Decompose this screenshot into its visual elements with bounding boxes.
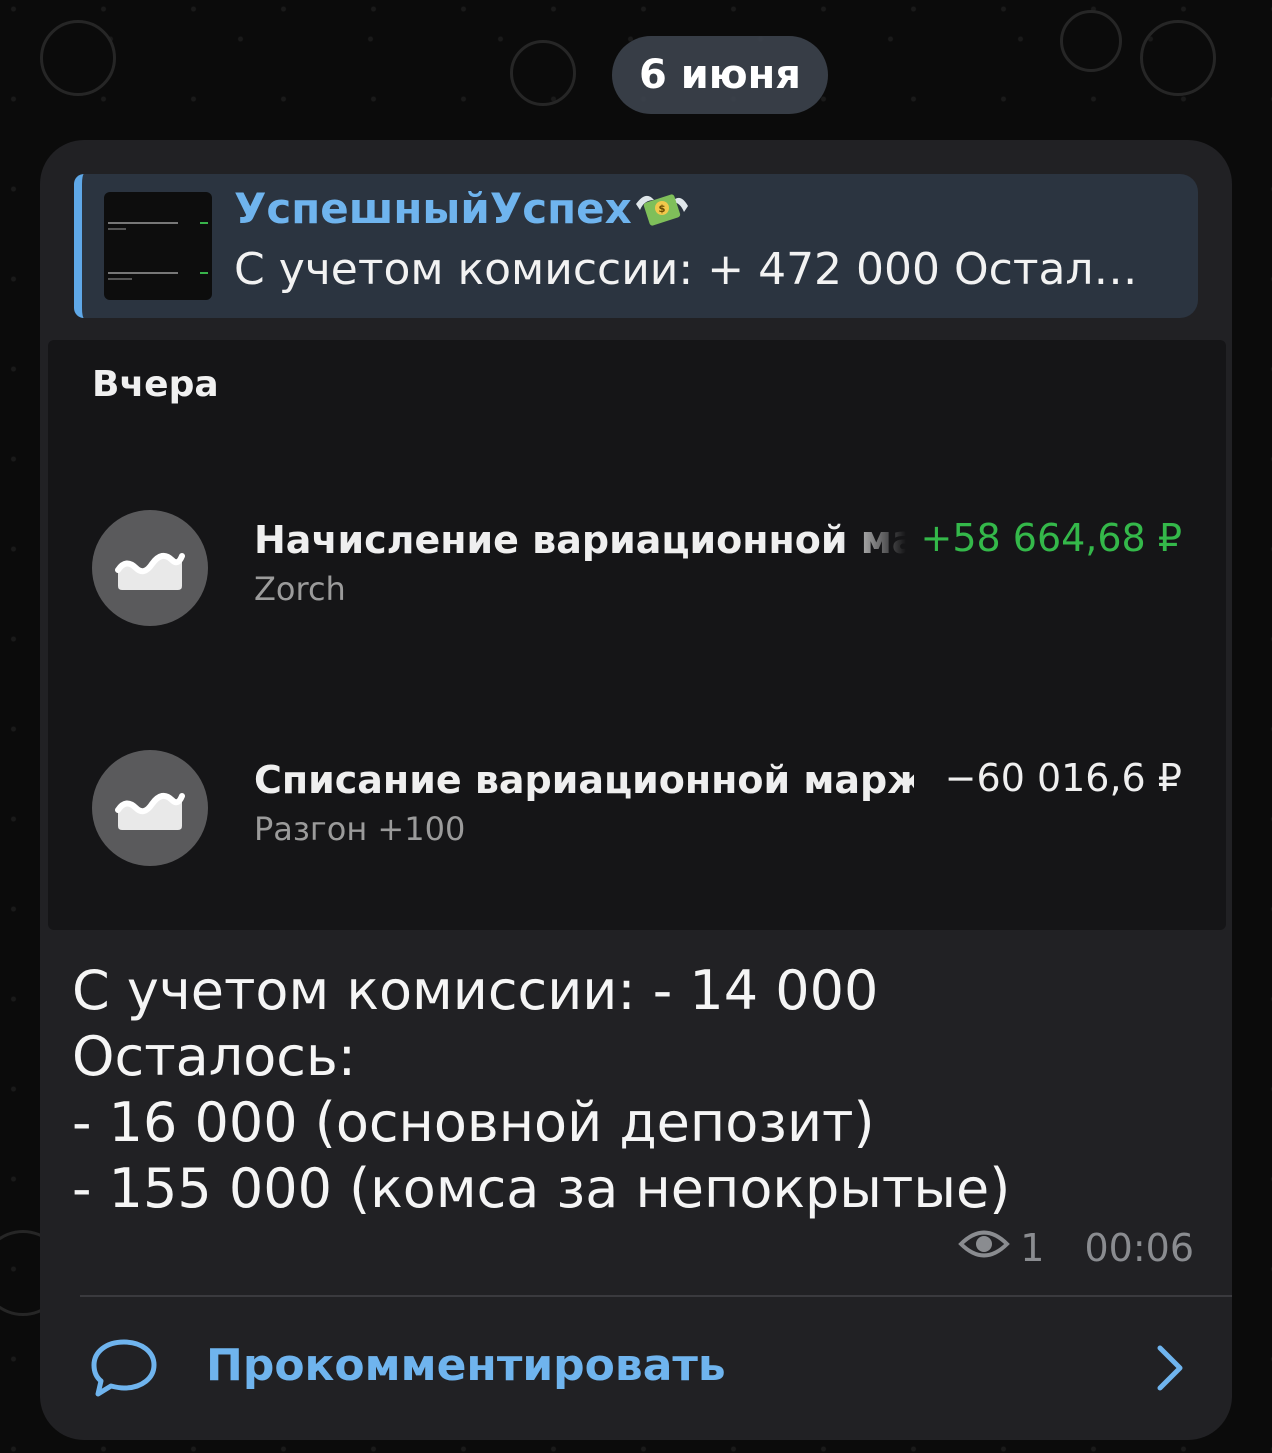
- eye-icon: [958, 1226, 1011, 1270]
- operation-row: Списание вариационной маржи Разгон +100 …: [48, 750, 1226, 870]
- reply-text: С учетом комиссии: + 472 000 Остал…: [234, 244, 1138, 295]
- doodle-pattern: [40, 20, 116, 96]
- doodle-pattern: [1060, 10, 1122, 72]
- trend-chart-icon: [92, 510, 208, 626]
- trend-chart-icon: [92, 750, 208, 866]
- caption-line: С учетом комиссии: - 14 000: [72, 959, 879, 1022]
- reply-author: УспешныйУспех $: [234, 184, 690, 233]
- caption-line: - 16 000 (основной депозит): [72, 1091, 875, 1154]
- message-caption: С учетом комиссии: - 14 000 Осталось: - …: [72, 958, 1192, 1222]
- operation-amount: +58 664,68 ₽: [920, 516, 1183, 560]
- comment-label: Прокомментировать: [206, 1340, 726, 1391]
- comment-bubble-icon: [90, 1336, 158, 1398]
- svg-text:$: $: [658, 204, 665, 215]
- operation-subtitle: Разгон +100: [254, 810, 466, 848]
- comment-button[interactable]: Прокомментировать: [40, 1298, 1232, 1438]
- message-bubble[interactable]: УспешныйУспех $ С учетом комиссии: + 472…: [40, 140, 1232, 1440]
- operation-title: Списание вариационной маржи: [254, 758, 914, 802]
- date-separator: 6 июня: [612, 36, 828, 114]
- message-time: 00:06: [1084, 1226, 1194, 1270]
- statement-day-label: Вчера: [92, 364, 219, 405]
- operation-subtitle: Zorch: [254, 570, 346, 608]
- caption-line: Осталось:: [72, 1025, 357, 1088]
- views-count: 1: [1020, 1226, 1045, 1270]
- reply-thumbnail: [104, 192, 212, 300]
- divider: [80, 1295, 1232, 1297]
- money-with-wings-icon: $: [634, 186, 690, 232]
- chevron-right-icon: [1152, 1344, 1188, 1392]
- operation-amount: −60 016,6 ₽: [944, 756, 1182, 800]
- operation-title: Начисление вариационной маржи: [254, 518, 906, 562]
- reply-preview[interactable]: УспешныйУспех $ С учетом комиссии: + 472…: [74, 174, 1198, 318]
- reply-author-name: УспешныйУспех: [234, 184, 632, 233]
- message-meta: 1 00:06: [958, 1226, 1194, 1270]
- operation-row: Начисление вариационной маржи Zorch +58 …: [48, 510, 1226, 630]
- caption-line: - 155 000 (комса за непокрытые): [72, 1157, 1011, 1220]
- doodle-pattern: [510, 40, 576, 106]
- statement-screenshot[interactable]: Вчера Начисление вариационной маржи Zorc…: [48, 340, 1226, 930]
- doodle-pattern: [1140, 20, 1216, 96]
